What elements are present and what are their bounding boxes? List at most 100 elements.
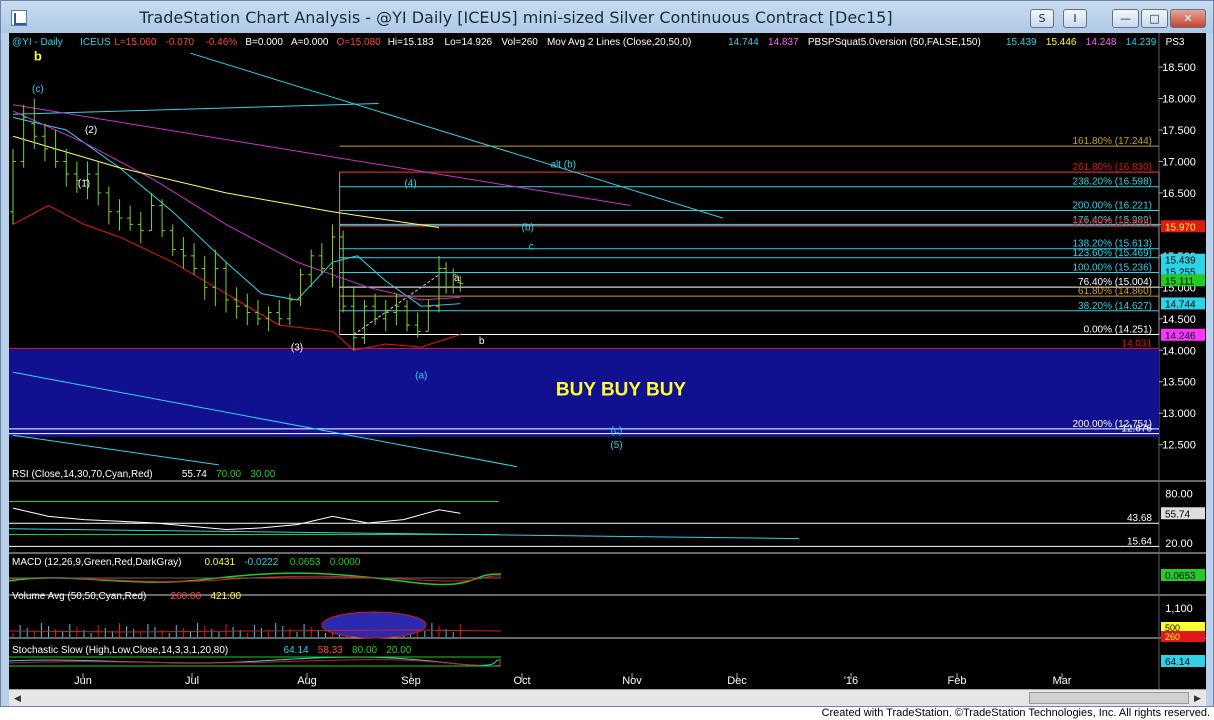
price-bar — [244, 293, 251, 326]
price-legend-text: Vol=260 — [501, 37, 538, 48]
y-tick-label: 12.500 — [1162, 440, 1196, 452]
x-tick-label: Dec — [727, 675, 747, 687]
minimize-button[interactable]: — — [1112, 9, 1139, 28]
fib-level-label: 12.676 — [1121, 424, 1152, 435]
price-bar — [191, 243, 198, 275]
macd-tag-label: 0.0653 — [1165, 571, 1196, 582]
volume-highlight-ellipse — [321, 611, 427, 639]
rsi-y-tick-label: 80.00 — [1165, 488, 1193, 500]
macd-legend-text: 0.0653 — [290, 557, 321, 568]
price-tag-label: 15.439 — [1165, 256, 1196, 267]
stochastic-legend-text: 80.00 — [352, 645, 377, 656]
volume-legend-text: Volume Avg (50,50,Cyan,Red) — [12, 591, 146, 602]
price-legend-text: -0.070 — [166, 37, 195, 48]
x-tick-label: '16 — [844, 675, 858, 687]
fib-level-label: 261.80% (16.830) — [1072, 162, 1152, 173]
maximize-button[interactable]: □ — [1141, 9, 1168, 28]
rsi-y-tick-label: 20.00 — [1165, 538, 1193, 550]
wave-label: a — [454, 273, 460, 284]
y-tick-label: 13.500 — [1162, 377, 1196, 389]
stochastic-tag-label: 64.14 — [1165, 657, 1190, 668]
x-tick-label: Jun — [74, 675, 92, 687]
price-legend-text: 15.439 — [1006, 37, 1037, 48]
price-bar — [276, 299, 283, 326]
price-legend-text: Lo=14.926 — [445, 37, 493, 48]
wave-label: (1) — [78, 179, 90, 190]
price-legend-text: L=15.060 — [114, 37, 156, 48]
price-legend-text: 14.744 — [728, 37, 759, 48]
rsi-legend-text: 70.00 — [216, 469, 241, 480]
price-legend-text: PBSPSquat5.0version (50,FALSE,150) — [808, 37, 981, 48]
rsi-level-label: 43.68 — [1127, 513, 1152, 524]
rsi-legend-text: RSI (Close,14,30,70,Cyan,Red) — [12, 469, 153, 480]
wave-label: b — [34, 49, 42, 64]
price-legend-text: PS3 — [1166, 37, 1185, 48]
price-legend-text: ICEUS — [80, 37, 111, 48]
chart-area[interactable]: BUY BUY BUY 161.80% (17.244) 261.80% (16.8… — [9, 33, 1206, 689]
price-bar — [52, 129, 59, 168]
y-tick-label: 18.500 — [1162, 62, 1196, 74]
wave-label: (c) — [32, 84, 44, 95]
fib-level-label: 14.031 — [1121, 338, 1152, 349]
fib-level-label: 61.80% (14.860) — [1078, 286, 1152, 297]
scroll-thumb[interactable] — [1029, 692, 1189, 704]
title-bar[interactable]: TradeStation Chart Analysis - @YI Daily … — [1, 1, 1213, 33]
price-bar — [105, 186, 112, 225]
price-bar — [361, 299, 368, 344]
fib-level-label: 238.20% (16.598) — [1072, 177, 1152, 188]
price-bar — [127, 205, 134, 231]
y-tick-label: 17.500 — [1162, 125, 1196, 137]
fib-level-label: 100.00% (15.236) — [1072, 262, 1152, 273]
trendline — [12, 434, 219, 466]
wave-label: (2) — [85, 125, 97, 136]
y-tick-label: 18.000 — [1162, 94, 1196, 106]
price-tag-label: 15.970 — [1165, 222, 1196, 233]
price-bar — [201, 255, 208, 300]
price-bar — [116, 199, 123, 231]
chart-canvas: BUY BUY BUY 161.80% (17.244) 261.80% (16.8… — [9, 33, 1206, 689]
price-bar — [223, 262, 229, 313]
price-bar — [169, 224, 176, 256]
rsi-tag-label: 55.74 — [1165, 509, 1190, 520]
stochastic-legend-text: 64.14 — [284, 645, 309, 656]
price-legend-text: 14.248 — [1086, 37, 1117, 48]
macd-legend-text: 0.0000 — [330, 557, 361, 568]
price-bar — [329, 224, 336, 288]
volume-tag-label: 260 — [1165, 632, 1180, 642]
rsi-legend-text: 30.00 — [250, 469, 275, 480]
horizontal-scrollbar[interactable]: ◀ ▶ — [9, 689, 1206, 706]
price-bar — [443, 262, 450, 294]
price-bar — [436, 255, 442, 313]
fib-level-label: 161.80% (17.244) — [1072, 136, 1152, 147]
stochastic-legend-text: 20.00 — [386, 645, 411, 656]
price-bar — [404, 299, 411, 332]
volume-legend-text: 260.00 — [171, 591, 202, 602]
price-legend-text: 15.446 — [1046, 37, 1077, 48]
rsi-legend-text: 55.74 — [182, 469, 207, 480]
trendline — [190, 52, 724, 219]
style-i-button[interactable]: I — [1063, 9, 1087, 28]
style-s-button[interactable]: S — [1030, 9, 1054, 28]
trendline — [12, 103, 379, 115]
wave-label: b — [479, 336, 485, 347]
price-bar — [137, 211, 144, 244]
price-bar — [372, 293, 379, 326]
indicator-line — [12, 204, 461, 351]
price-bar — [212, 249, 219, 307]
price-bar — [148, 192, 155, 232]
x-tick-label: Sep — [401, 675, 421, 687]
macd-legend-text: MACD (12,26,9,Green,Red,DarkGray) — [12, 557, 182, 568]
macd-legend-text: -0.0222 — [244, 557, 278, 568]
fib-box — [339, 171, 1160, 335]
scroll-left-arrow-icon[interactable]: ◀ — [9, 690, 26, 706]
close-button[interactable]: ✕ — [1170, 9, 1206, 28]
stochastic-legend-text: Stochastic Slow (High,Low,Close,14,3,3,1… — [12, 645, 228, 656]
price-bar — [393, 293, 400, 326]
price-bar — [31, 98, 38, 149]
price-legend-text: @YI - Daily — [12, 37, 63, 48]
fib-level-label: 123.60% (15.469) — [1072, 248, 1152, 259]
scroll-right-arrow-icon[interactable]: ▶ — [1189, 690, 1206, 706]
price-bar — [425, 299, 432, 332]
price-bar — [265, 306, 272, 332]
price-legend-text: Mov Avg 2 Lines (Close,20,50,0) — [547, 37, 691, 48]
